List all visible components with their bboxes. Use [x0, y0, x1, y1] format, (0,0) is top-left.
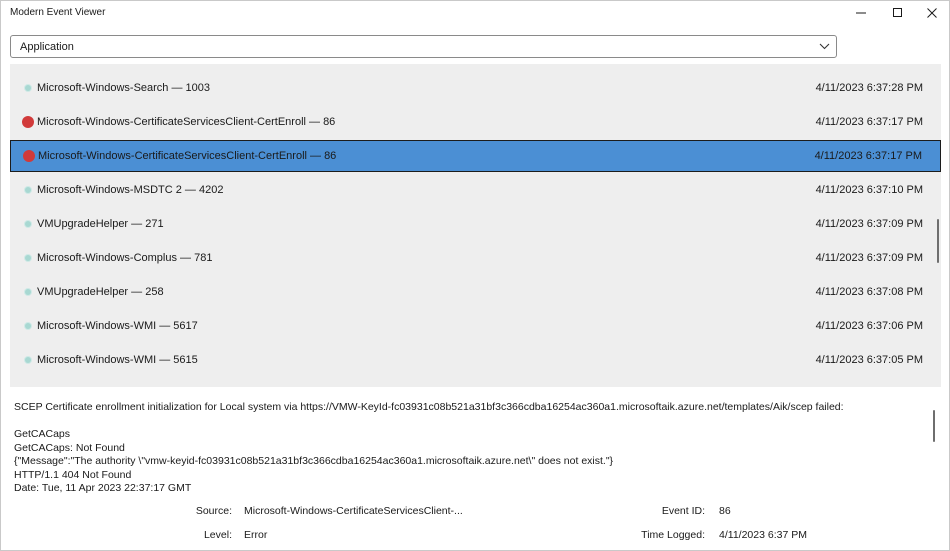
- close-icon: [927, 8, 937, 18]
- event-row[interactable]: VMUpgradeHelper — 258 4/11/2023 6:37:08 P…: [10, 276, 941, 308]
- event-id-label: Event ID:: [661, 505, 705, 517]
- event-row-label: Microsoft-Windows-Search — 1003: [37, 82, 211, 94]
- event-row[interactable]: Microsoft-Windows-WMI — 5617 4/11/2023 6:…: [10, 310, 941, 342]
- title-bar[interactable]: Modern Event Viewer: [1, 1, 949, 27]
- log-selector-value: Application: [20, 41, 74, 53]
- app-window: Modern Event Viewer Application Microsof…: [0, 0, 950, 551]
- info-icon: [25, 357, 31, 363]
- event-row[interactable]: Microsoft-Windows-MSDTC 2 — 4202 4/11/202…: [10, 174, 941, 206]
- error-icon: [23, 150, 35, 162]
- event-row-label: Microsoft-Windows-WMI — 5617: [37, 320, 198, 332]
- detail-line: [14, 415, 924, 429]
- event-row-label: VMUpgradeHelper — 258: [37, 286, 164, 298]
- info-icon: [25, 85, 31, 91]
- detail-line: HTTP/1.1 404 Not Found: [14, 468, 132, 481]
- event-list[interactable]: Microsoft-Windows-Search — 1003 4/11/2023…: [10, 64, 941, 387]
- event-row-time: 4/11/2023 6:37:17 PM: [815, 116, 923, 128]
- error-icon: [22, 116, 34, 128]
- event-row-time: 4/11/2023 6:37:17 PM: [814, 150, 922, 162]
- detail-line: Date: Tue, 11 Apr 2023 22:37:17 GMT: [14, 482, 192, 494]
- event-row-time: 4/11/2023 6:37:09 PM: [815, 252, 923, 264]
- event-row-label: Microsoft-Windows-MSDTC 2 — 4202: [37, 184, 224, 196]
- source-label: Source:: [195, 505, 232, 517]
- time-logged-value: 4/11/2023 6:37 PM: [719, 529, 807, 541]
- log-selector-dropdown[interactable]: Application: [10, 35, 837, 58]
- level-label: Level:: [203, 529, 232, 541]
- event-row-time: 4/11/2023 6:37:10 PM: [815, 184, 923, 196]
- event-row-time: 4/11/2023 6:37:28 PM: [815, 82, 923, 94]
- detail-line: SCEP Certificate enrollment initializati…: [14, 401, 844, 413]
- detail-scrollbar[interactable]: [933, 410, 935, 442]
- event-row-label: VMUpgradeHelper — 271: [37, 218, 164, 230]
- minimize-icon: [856, 12, 866, 14]
- event-row-time: 4/11/2023 6:37:08 PM: [815, 286, 923, 298]
- info-icon: [25, 323, 31, 329]
- chevron-down-icon: [819, 43, 830, 50]
- event-list-scrollbar[interactable]: [937, 219, 939, 263]
- event-row-time: 4/11/2023 6:37:09 PM: [815, 218, 923, 230]
- event-row[interactable]: Microsoft-Windows-CertificateServicesCli…: [10, 140, 941, 172]
- window-title: Modern Event Viewer: [10, 7, 106, 18]
- event-row-label: Microsoft-Windows-CertificateServicesCli…: [37, 116, 336, 128]
- event-row-label: Microsoft-Windows-WMI — 5615: [37, 354, 198, 366]
- minimize-button[interactable]: [844, 1, 878, 25]
- maximize-button[interactable]: [881, 1, 915, 25]
- detail-line: GetCACaps: Not Found: [14, 441, 125, 454]
- info-icon: [25, 187, 31, 193]
- close-button[interactable]: [915, 1, 949, 25]
- maximize-icon: [893, 8, 902, 17]
- event-id-value: 86: [719, 505, 731, 517]
- event-row[interactable]: VMUpgradeHelper — 271 4/11/2023 6:37:09 P…: [10, 208, 941, 240]
- detail-line: {"Message":"The authority \"vmw-keyid-fc…: [14, 455, 614, 467]
- level-value: Error: [244, 529, 268, 541]
- time-logged-label: Time Logged:: [641, 529, 705, 541]
- event-row[interactable]: Microsoft-Windows-CertificateServicesCli…: [10, 106, 941, 138]
- info-icon: [25, 221, 31, 227]
- event-row[interactable]: Microsoft-Windows-Complus — 781 4/11/2023…: [10, 242, 941, 274]
- info-icon: [25, 255, 31, 261]
- event-detail-message: SCEP Certificate enrollment initializati…: [14, 401, 924, 496]
- info-icon: [25, 289, 31, 295]
- event-row-time: 4/11/2023 6:37:06 PM: [815, 320, 923, 332]
- event-row[interactable]: Microsoft-Windows-Search — 1003 4/11/2023…: [10, 72, 941, 104]
- event-row-time: 4/11/2023 6:37:05 PM: [815, 354, 923, 366]
- event-row-label: Microsoft-Windows-Complus — 781: [37, 252, 213, 264]
- event-row-label: Microsoft-Windows-CertificateServicesCli…: [38, 150, 337, 162]
- source-value: Microsoft-Windows-CertificateServicesCli…: [244, 505, 463, 517]
- event-row[interactable]: Microsoft-Windows-WMI — 5615 4/11/2023 6:…: [10, 344, 941, 376]
- detail-line: GetCACaps: [14, 428, 71, 440]
